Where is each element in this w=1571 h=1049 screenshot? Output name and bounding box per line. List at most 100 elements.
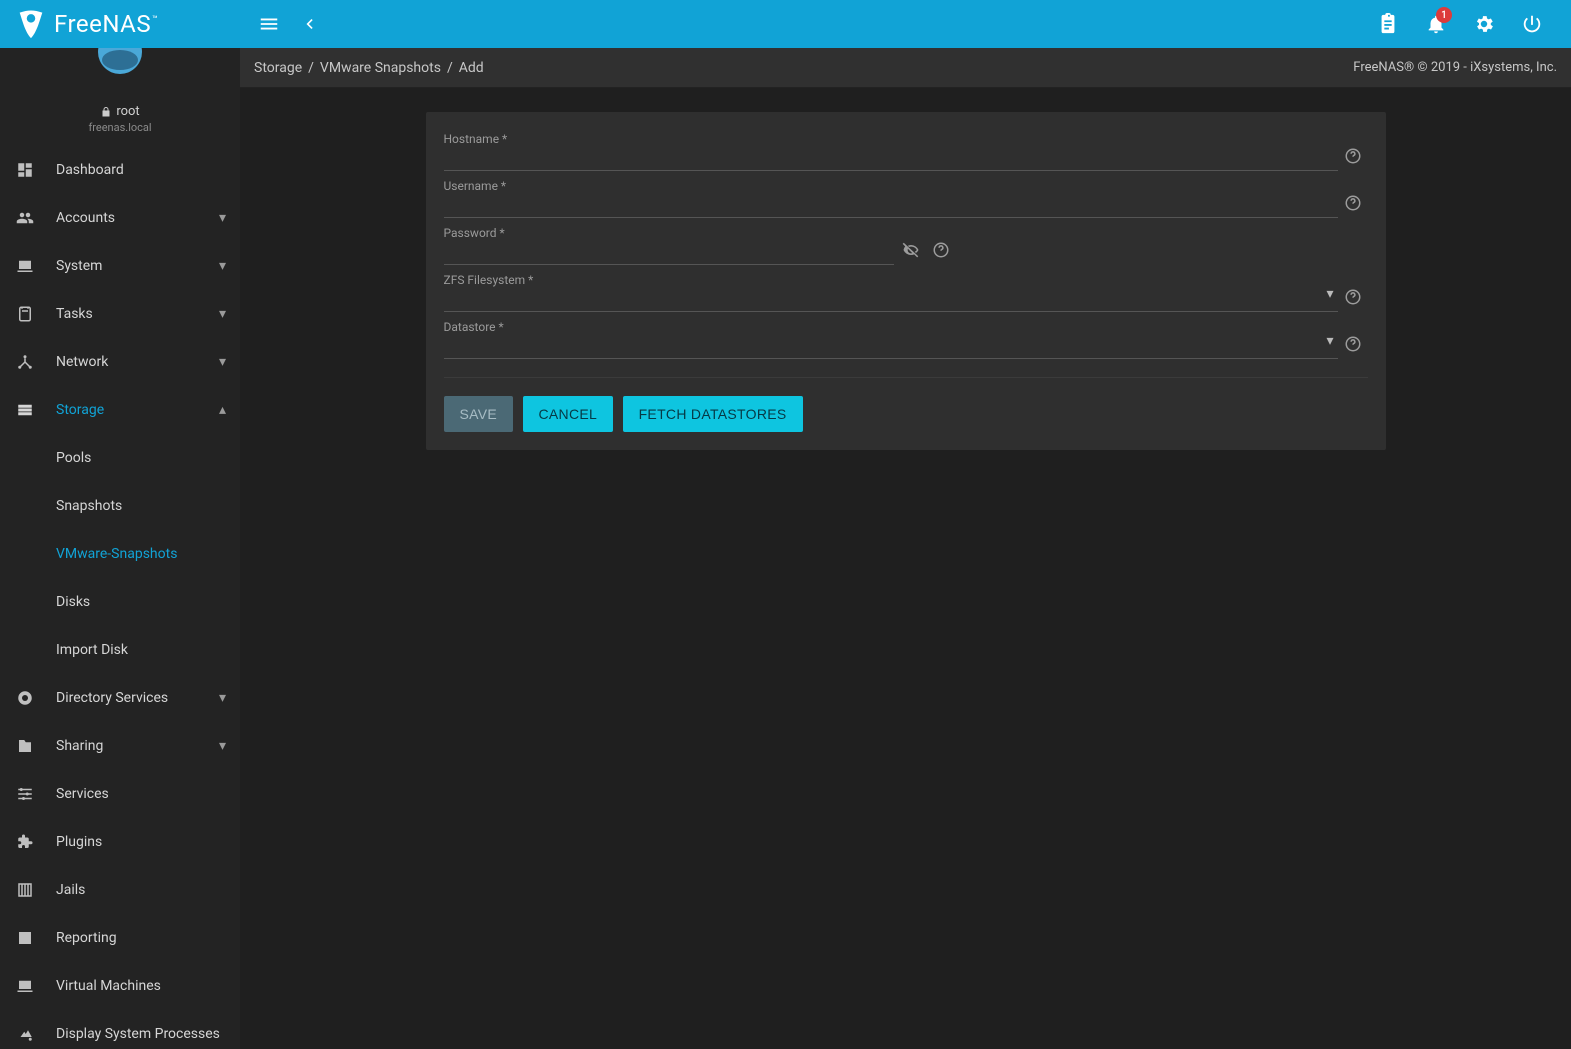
- sidebar-item-jails[interactable]: Jails: [0, 866, 240, 914]
- sidebar-item-label: Pools: [56, 450, 91, 466]
- help-icon[interactable]: [1342, 145, 1364, 167]
- network-icon: [14, 353, 36, 371]
- sidebar-item-label: Directory Services: [56, 690, 219, 706]
- system-icon: [14, 257, 36, 275]
- sidebar-sub-snapshots[interactable]: Snapshots: [0, 482, 240, 530]
- settings-icon[interactable]: [1467, 7, 1501, 41]
- sidebar-item-reporting[interactable]: Reporting: [0, 914, 240, 962]
- logo-icon: [14, 7, 48, 41]
- sharing-icon: [14, 737, 36, 755]
- field-username: Username *: [444, 173, 1368, 220]
- sidebar-item-storage[interactable]: Storage ▴: [0, 386, 240, 434]
- sidebar-sub-import-disk[interactable]: Import Disk: [0, 626, 240, 674]
- field-zfs: ZFS Filesystem * ▾: [444, 267, 1368, 314]
- sidebar-item-label: Virtual Machines: [56, 978, 226, 994]
- content: Storage / VMware Snapshots / Add FreeNAS…: [240, 48, 1571, 1049]
- brand[interactable]: FreeNAS™: [0, 0, 240, 48]
- help-icon[interactable]: [930, 239, 952, 261]
- chevron-down-icon: ▾: [219, 258, 226, 274]
- sidebar: root freenas.local Dashboard Accounts ▾ …: [0, 48, 240, 1049]
- sidebar-item-plugins[interactable]: Plugins: [0, 818, 240, 866]
- sidebar-item-label: Plugins: [56, 834, 226, 850]
- sidebar-item-label: VMware-Snapshots: [56, 546, 177, 562]
- processes-icon: [14, 1025, 36, 1043]
- help-icon[interactable]: [1342, 333, 1364, 355]
- sidebar-sub-disks[interactable]: Disks: [0, 578, 240, 626]
- accounts-icon: [14, 209, 36, 227]
- sidebar-item-directory-services[interactable]: Directory Services ▾: [0, 674, 240, 722]
- topbar: FreeNAS™ 1: [0, 0, 1571, 48]
- cancel-button[interactable]: CANCEL: [523, 396, 614, 432]
- username-input[interactable]: [444, 191, 1338, 218]
- sidebar-item-processes[interactable]: Display System Processes: [0, 1010, 240, 1049]
- user-host: freenas.local: [0, 121, 240, 134]
- help-icon[interactable]: [1342, 286, 1364, 308]
- power-icon[interactable]: [1515, 7, 1549, 41]
- sidebar-item-label: Import Disk: [56, 642, 128, 658]
- user-block: root freenas.local: [0, 48, 240, 146]
- sidebar-item-label: Services: [56, 786, 226, 802]
- sidebar-item-label: Snapshots: [56, 498, 122, 514]
- visibility-off-icon[interactable]: [900, 239, 922, 261]
- sidebar-item-label: Accounts: [56, 210, 219, 226]
- sidebar-item-network[interactable]: Network ▾: [0, 338, 240, 386]
- sidebar-item-sharing[interactable]: Sharing ▾: [0, 722, 240, 770]
- sidebar-item-system[interactable]: System ▾: [0, 242, 240, 290]
- vm-icon: [14, 977, 36, 995]
- services-icon: [14, 785, 36, 803]
- chevron-down-icon: ▾: [219, 354, 226, 370]
- sidebar-item-vms[interactable]: Virtual Machines: [0, 962, 240, 1010]
- sidebar-item-label: Storage: [56, 402, 219, 418]
- chevron-up-icon: ▴: [219, 402, 226, 418]
- avatar: [90, 48, 150, 102]
- form-actions: SAVE CANCEL FETCH DATASTORES: [426, 378, 1386, 450]
- sidebar-item-label: Disks: [56, 594, 90, 610]
- directory-icon: [14, 689, 36, 707]
- back-icon[interactable]: [292, 7, 326, 41]
- plugins-icon: [14, 833, 36, 851]
- crumb-storage[interactable]: Storage: [254, 60, 302, 76]
- sidebar-item-tasks[interactable]: Tasks ▾: [0, 290, 240, 338]
- fetch-datastores-button[interactable]: FETCH DATASTORES: [623, 396, 803, 432]
- help-icon[interactable]: [1342, 192, 1364, 214]
- jails-icon: [14, 881, 36, 899]
- crumb-separator: /: [308, 60, 314, 76]
- form-card: Hostname * Username *: [426, 112, 1386, 450]
- sidebar-item-label: Sharing: [56, 738, 219, 754]
- field-hostname: Hostname *: [444, 126, 1368, 173]
- sidebar-item-accounts[interactable]: Accounts ▾: [0, 194, 240, 242]
- password-input[interactable]: [444, 238, 894, 265]
- sidebar-item-label: Display System Processes: [56, 1026, 226, 1042]
- sidebar-sub-vmware-snapshots[interactable]: VMware-Snapshots: [0, 530, 240, 578]
- sidebar-item-label: Jails: [56, 882, 226, 898]
- sidebar-item-label: Tasks: [56, 306, 219, 322]
- zfs-select[interactable]: [444, 285, 1338, 312]
- menu-icon[interactable]: [252, 7, 286, 41]
- save-button[interactable]: SAVE: [444, 396, 514, 432]
- breadcrumb: Storage / VMware Snapshots / Add FreeNAS…: [240, 48, 1571, 88]
- notification-badge: 1: [1436, 7, 1452, 23]
- brand-name: FreeNAS™: [54, 10, 158, 38]
- clipboard-icon[interactable]: [1371, 7, 1405, 41]
- hostname-input[interactable]: [444, 144, 1338, 171]
- field-datastore: Datastore * ▾: [444, 314, 1368, 361]
- lock-icon: [100, 106, 112, 118]
- sidebar-item-label: Network: [56, 354, 219, 370]
- chevron-down-icon: ▾: [219, 738, 226, 754]
- crumb-separator: /: [447, 60, 453, 76]
- datastore-select[interactable]: [444, 332, 1338, 359]
- reporting-icon: [14, 929, 36, 947]
- user-name: root: [0, 104, 240, 119]
- sidebar-item-services[interactable]: Services: [0, 770, 240, 818]
- field-password: Password *: [444, 220, 1368, 267]
- chevron-down-icon: ▾: [219, 690, 226, 706]
- crumb-vmware[interactable]: VMware Snapshots: [320, 60, 441, 76]
- sidebar-item-label: Reporting: [56, 930, 226, 946]
- dashboard-icon: [14, 161, 36, 179]
- sidebar-sub-pools[interactable]: Pools: [0, 434, 240, 482]
- crumb-add[interactable]: Add: [459, 60, 484, 76]
- sidebar-item-dashboard[interactable]: Dashboard: [0, 146, 240, 194]
- chevron-down-icon: ▾: [219, 210, 226, 226]
- notifications-icon[interactable]: 1: [1419, 7, 1453, 41]
- copyright-link[interactable]: FreeNAS® © 2019 - iXsystems, Inc.: [1353, 60, 1557, 75]
